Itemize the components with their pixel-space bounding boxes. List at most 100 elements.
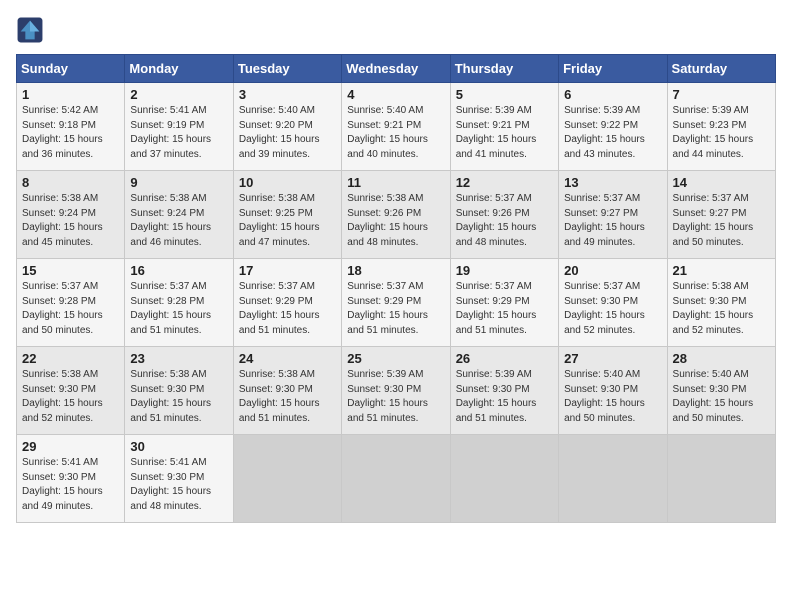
header-day-wednesday: Wednesday bbox=[342, 55, 450, 83]
day-info: Sunrise: 5:37 AM Sunset: 9:28 PM Dayligh… bbox=[22, 280, 119, 338]
calendar-cell: 21 Sunrise: 5:38 AM Sunset: 9:30 PM Dayli… bbox=[667, 259, 775, 347]
calendar-cell bbox=[450, 435, 558, 523]
day-number: 7 bbox=[673, 87, 770, 102]
day-info: Sunrise: 5:38 AM Sunset: 9:30 PM Dayligh… bbox=[673, 280, 770, 338]
day-number: 5 bbox=[456, 87, 553, 102]
day-info: Sunrise: 5:39 AM Sunset: 9:21 PM Dayligh… bbox=[456, 104, 553, 162]
day-number: 26 bbox=[456, 351, 553, 366]
calendar-table: SundayMondayTuesdayWednesdayThursdayFrid… bbox=[16, 54, 776, 523]
day-info: Sunrise: 5:37 AM Sunset: 9:28 PM Dayligh… bbox=[130, 280, 227, 338]
day-info: Sunrise: 5:38 AM Sunset: 9:24 PM Dayligh… bbox=[130, 192, 227, 250]
logo-icon bbox=[16, 16, 44, 44]
day-number: 20 bbox=[564, 263, 661, 278]
day-number: 2 bbox=[130, 87, 227, 102]
calendar-cell: 7 Sunrise: 5:39 AM Sunset: 9:23 PM Daylig… bbox=[667, 83, 775, 171]
day-info: Sunrise: 5:39 AM Sunset: 9:30 PM Dayligh… bbox=[456, 368, 553, 426]
header-day-friday: Friday bbox=[559, 55, 667, 83]
calendar-cell: 19Sunrise: 5:37 AM Sunset: 9:29 PM Dayli… bbox=[450, 259, 558, 347]
day-info: Sunrise: 5:38 AM Sunset: 9:24 PM Dayligh… bbox=[22, 192, 119, 250]
day-number: 14 bbox=[673, 175, 770, 190]
calendar-cell: 6 Sunrise: 5:39 AM Sunset: 9:22 PM Daylig… bbox=[559, 83, 667, 171]
day-info: Sunrise: 5:41 AM Sunset: 9:30 PM Dayligh… bbox=[22, 456, 119, 514]
day-number: 4 bbox=[347, 87, 444, 102]
header-day-monday: Monday bbox=[125, 55, 233, 83]
header-day-thursday: Thursday bbox=[450, 55, 558, 83]
day-number: 9 bbox=[130, 175, 227, 190]
day-info: Sunrise: 5:39 AM Sunset: 9:22 PM Dayligh… bbox=[564, 104, 661, 162]
day-info: Sunrise: 5:42 AM Sunset: 9:18 PM Dayligh… bbox=[22, 104, 119, 162]
calendar-cell: 10 Sunrise: 5:38 AM Sunset: 9:25 PM Dayli… bbox=[233, 171, 341, 259]
day-number: 10 bbox=[239, 175, 336, 190]
calendar-cell: 25Sunrise: 5:39 AM Sunset: 9:30 PM Dayli… bbox=[342, 347, 450, 435]
calendar-cell: 5 Sunrise: 5:39 AM Sunset: 9:21 PM Daylig… bbox=[450, 83, 558, 171]
calendar-cell bbox=[559, 435, 667, 523]
day-info: Sunrise: 5:41 AM Sunset: 9:30 PM Dayligh… bbox=[130, 456, 227, 514]
calendar-week-row: 15 Sunrise: 5:37 AM Sunset: 9:28 PM Dayli… bbox=[17, 259, 776, 347]
day-info: Sunrise: 5:37 AM Sunset: 9:29 PM Dayligh… bbox=[239, 280, 336, 338]
day-number: 25 bbox=[347, 351, 444, 366]
day-number: 15 bbox=[22, 263, 119, 278]
day-number: 18 bbox=[347, 263, 444, 278]
calendar-week-row: 8 Sunrise: 5:38 AM Sunset: 9:24 PM Daylig… bbox=[17, 171, 776, 259]
day-info: Sunrise: 5:38 AM Sunset: 9:30 PM Dayligh… bbox=[22, 368, 119, 426]
calendar-cell: 15 Sunrise: 5:37 AM Sunset: 9:28 PM Dayli… bbox=[17, 259, 125, 347]
logo bbox=[16, 16, 48, 44]
calendar-cell: 8 Sunrise: 5:38 AM Sunset: 9:24 PM Daylig… bbox=[17, 171, 125, 259]
day-number: 12 bbox=[456, 175, 553, 190]
day-info: Sunrise: 5:39 AM Sunset: 9:23 PM Dayligh… bbox=[673, 104, 770, 162]
calendar-cell bbox=[342, 435, 450, 523]
day-number: 8 bbox=[22, 175, 119, 190]
calendar-cell: 12 Sunrise: 5:37 AM Sunset: 9:26 PM Dayli… bbox=[450, 171, 558, 259]
header-day-sunday: Sunday bbox=[17, 55, 125, 83]
calendar-cell: 9 Sunrise: 5:38 AM Sunset: 9:24 PM Daylig… bbox=[125, 171, 233, 259]
day-number: 3 bbox=[239, 87, 336, 102]
day-number: 23 bbox=[130, 351, 227, 366]
calendar-cell: 29 Sunrise: 5:41 AM Sunset: 9:30 PM Dayli… bbox=[17, 435, 125, 523]
calendar-cell: 4Sunrise: 5:40 AM Sunset: 9:21 PM Daylig… bbox=[342, 83, 450, 171]
calendar-cell: 24Sunrise: 5:38 AM Sunset: 9:30 PM Dayli… bbox=[233, 347, 341, 435]
day-number: 11 bbox=[347, 175, 444, 190]
day-info: Sunrise: 5:37 AM Sunset: 9:27 PM Dayligh… bbox=[673, 192, 770, 250]
calendar-cell: 27 Sunrise: 5:40 AM Sunset: 9:30 PM Dayli… bbox=[559, 347, 667, 435]
day-number: 6 bbox=[564, 87, 661, 102]
day-number: 1 bbox=[22, 87, 119, 102]
calendar-cell bbox=[667, 435, 775, 523]
day-number: 24 bbox=[239, 351, 336, 366]
day-info: Sunrise: 5:37 AM Sunset: 9:26 PM Dayligh… bbox=[456, 192, 553, 250]
day-info: Sunrise: 5:38 AM Sunset: 9:30 PM Dayligh… bbox=[130, 368, 227, 426]
calendar-cell: 17 Sunrise: 5:37 AM Sunset: 9:29 PM Dayli… bbox=[233, 259, 341, 347]
calendar-cell: 3Sunrise: 5:40 AM Sunset: 9:20 PM Daylig… bbox=[233, 83, 341, 171]
calendar-cell: 20Sunrise: 5:37 AM Sunset: 9:30 PM Dayli… bbox=[559, 259, 667, 347]
day-number: 13 bbox=[564, 175, 661, 190]
calendar-cell: 23 Sunrise: 5:38 AM Sunset: 9:30 PM Dayli… bbox=[125, 347, 233, 435]
calendar-cell: 11Sunrise: 5:38 AM Sunset: 9:26 PM Dayli… bbox=[342, 171, 450, 259]
calendar-cell: 14 Sunrise: 5:37 AM Sunset: 9:27 PM Dayli… bbox=[667, 171, 775, 259]
day-number: 16 bbox=[130, 263, 227, 278]
calendar-cell: 18 Sunrise: 5:37 AM Sunset: 9:29 PM Dayli… bbox=[342, 259, 450, 347]
calendar-cell bbox=[233, 435, 341, 523]
header-day-saturday: Saturday bbox=[667, 55, 775, 83]
day-number: 22 bbox=[22, 351, 119, 366]
day-info: Sunrise: 5:41 AM Sunset: 9:19 PM Dayligh… bbox=[130, 104, 227, 162]
day-number: 19 bbox=[456, 263, 553, 278]
calendar-week-row: 29 Sunrise: 5:41 AM Sunset: 9:30 PM Dayli… bbox=[17, 435, 776, 523]
calendar-cell: 1 Sunrise: 5:42 AM Sunset: 9:18 PM Daylig… bbox=[17, 83, 125, 171]
day-info: Sunrise: 5:37 AM Sunset: 9:29 PM Dayligh… bbox=[347, 280, 444, 338]
day-number: 17 bbox=[239, 263, 336, 278]
calendar-cell: 26 Sunrise: 5:39 AM Sunset: 9:30 PM Dayli… bbox=[450, 347, 558, 435]
day-number: 29 bbox=[22, 439, 119, 454]
calendar-cell: 2 Sunrise: 5:41 AM Sunset: 9:19 PM Daylig… bbox=[125, 83, 233, 171]
calendar-cell: 22 Sunrise: 5:38 AM Sunset: 9:30 PM Dayli… bbox=[17, 347, 125, 435]
calendar-cell: 13 Sunrise: 5:37 AM Sunset: 9:27 PM Dayli… bbox=[559, 171, 667, 259]
day-number: 30 bbox=[130, 439, 227, 454]
header-day-tuesday: Tuesday bbox=[233, 55, 341, 83]
day-info: Sunrise: 5:37 AM Sunset: 9:27 PM Dayligh… bbox=[564, 192, 661, 250]
header bbox=[16, 16, 776, 44]
calendar-cell: 16 Sunrise: 5:37 AM Sunset: 9:28 PM Dayli… bbox=[125, 259, 233, 347]
day-info: Sunrise: 5:40 AM Sunset: 9:30 PM Dayligh… bbox=[564, 368, 661, 426]
day-number: 21 bbox=[673, 263, 770, 278]
day-info: Sunrise: 5:40 AM Sunset: 9:30 PM Dayligh… bbox=[673, 368, 770, 426]
day-number: 27 bbox=[564, 351, 661, 366]
day-number: 28 bbox=[673, 351, 770, 366]
day-info: Sunrise: 5:38 AM Sunset: 9:25 PM Dayligh… bbox=[239, 192, 336, 250]
